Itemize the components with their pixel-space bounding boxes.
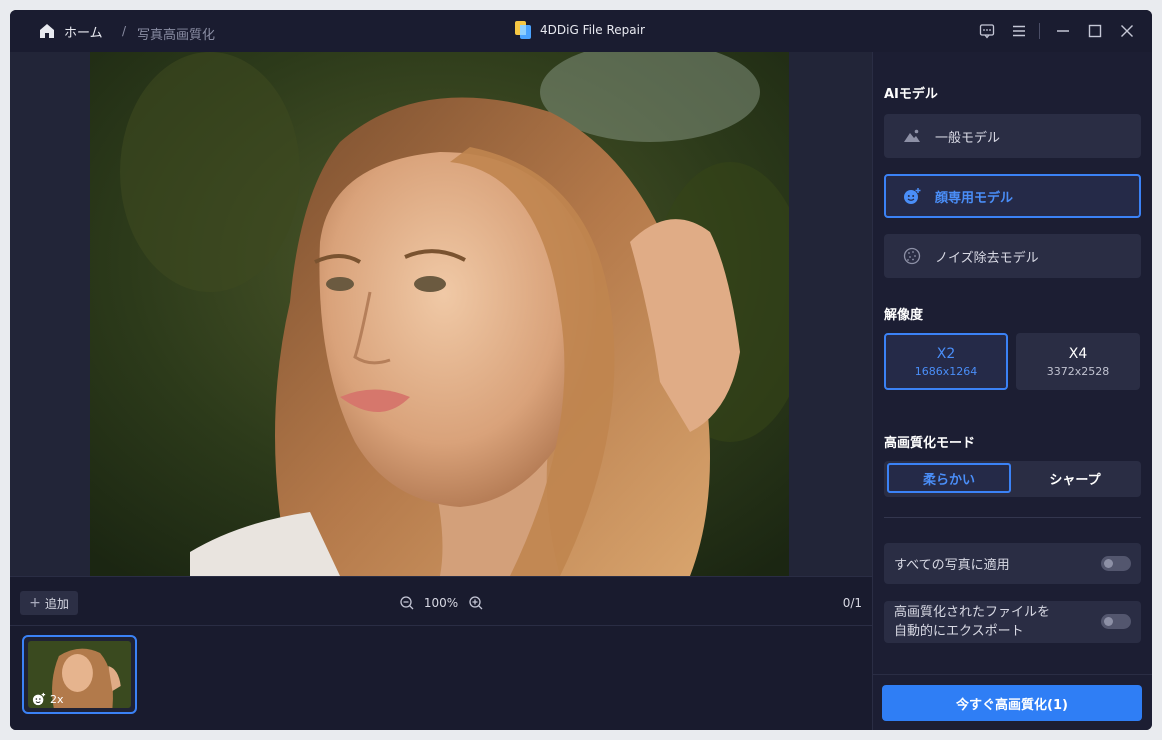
auto-export-text: 高画質化されたファイルを 自動的にエクスポート xyxy=(894,603,1050,641)
app-logo-icon xyxy=(514,20,532,40)
apply-all-row: すべての写真に適用 xyxy=(884,543,1141,584)
auto-export-row: 高画質化されたファイルを 自動的にエクスポート xyxy=(884,601,1141,643)
menu-button[interactable] xyxy=(1009,22,1029,40)
home-icon xyxy=(40,24,54,38)
auto-export-label-line2: 自動的にエクスポート xyxy=(894,624,1024,639)
breadcrumb-current: 写真高画質化 xyxy=(137,28,216,43)
ai-model-title: AIモデル xyxy=(884,87,938,102)
enhance-now-button[interactable]: 今すぐ高画質化(1) xyxy=(882,685,1142,721)
resolution-x4[interactable]: X4 3372x2528 xyxy=(1016,333,1140,390)
breadcrumb-separator: / xyxy=(122,24,127,38)
title-bar: ホーム / 写真高画質化 4DDiG File Repair xyxy=(10,10,1152,52)
noise-icon xyxy=(903,247,921,265)
home-label: ホーム xyxy=(64,25,103,41)
scale-badge: 2x xyxy=(50,692,64,706)
maximize-icon xyxy=(1088,24,1102,38)
preview-toolbar: + 追加 100% 0/1 xyxy=(10,576,872,626)
thumbnail-strip: 2x xyxy=(10,626,872,730)
thumbnail-badge: 2x xyxy=(32,692,64,706)
model-face[interactable]: 顔専用モデル xyxy=(884,174,1141,218)
zoom-out-icon[interactable] xyxy=(399,595,415,611)
model-face-label: 顔専用モデル xyxy=(935,190,1014,206)
apply-all-label: すべての写真に適用 xyxy=(894,558,1010,573)
feedback-icon xyxy=(979,24,995,39)
face-icon xyxy=(32,692,46,706)
model-general-label: 一般モデル xyxy=(935,130,1001,146)
maximize-button[interactable] xyxy=(1085,22,1105,40)
home-button[interactable]: ホーム xyxy=(38,21,103,41)
resolution-x2-size: 1686x1264 xyxy=(914,364,978,378)
menu-icon xyxy=(1013,25,1025,37)
preview-photo xyxy=(90,52,789,576)
panel-footer-divider xyxy=(873,674,1152,675)
zoom-in-icon[interactable] xyxy=(468,595,484,611)
settings-panel: AIモデル 一般モデル 顔専用モデル ノイズ除去モデル 解像度 X2 1686x… xyxy=(872,52,1152,730)
close-icon xyxy=(1121,25,1133,37)
mode-sharp-button[interactable]: シャープ xyxy=(1013,463,1137,493)
add-button[interactable]: + 追加 xyxy=(20,591,78,615)
close-button[interactable] xyxy=(1117,22,1137,40)
minimize-icon xyxy=(1057,30,1069,32)
landscape-icon xyxy=(904,129,920,142)
resolution-x2[interactable]: X2 1686x1264 xyxy=(884,333,1008,390)
resolution-title: 解像度 xyxy=(884,308,924,323)
apply-all-toggle[interactable] xyxy=(1101,556,1131,571)
minimize-button[interactable] xyxy=(1053,22,1073,40)
model-denoise[interactable]: ノイズ除去モデル xyxy=(884,234,1141,278)
plus-icon: + xyxy=(29,595,41,611)
feedback-button[interactable] xyxy=(977,22,997,40)
panel-divider xyxy=(884,517,1141,518)
thumbnail-image: 2x xyxy=(28,641,131,708)
mode-toggle-group: 柔らかい シャープ xyxy=(884,461,1141,497)
app-window: ホーム / 写真高画質化 4DDiG File Repair + 追加 100%… xyxy=(10,10,1152,730)
model-denoise-label: ノイズ除去モデル xyxy=(935,250,1039,266)
model-general[interactable]: 一般モデル xyxy=(884,114,1141,158)
zoom-level: 100% xyxy=(423,596,459,610)
resolution-x4-size: 3372x2528 xyxy=(1046,364,1110,378)
mode-title: 高画質化モード xyxy=(884,436,976,451)
mode-soft-button[interactable]: 柔らかい xyxy=(887,463,1011,493)
auto-export-label-line1: 高画質化されたファイルを xyxy=(894,605,1051,620)
preview-area xyxy=(10,52,872,576)
resolution-x2-scale: X2 xyxy=(936,345,956,362)
face-icon xyxy=(904,188,921,204)
auto-export-toggle[interactable] xyxy=(1101,614,1131,629)
add-label: 追加 xyxy=(44,596,69,611)
app-name: 4DDiG File Repair xyxy=(540,23,645,37)
page-count: 0/1 xyxy=(842,596,862,610)
thumbnail-item[interactable]: 2x xyxy=(22,635,137,714)
control-separator xyxy=(1039,23,1040,39)
app-title: 4DDiG File Repair xyxy=(514,20,645,40)
resolution-x4-scale: X4 xyxy=(1068,345,1088,362)
